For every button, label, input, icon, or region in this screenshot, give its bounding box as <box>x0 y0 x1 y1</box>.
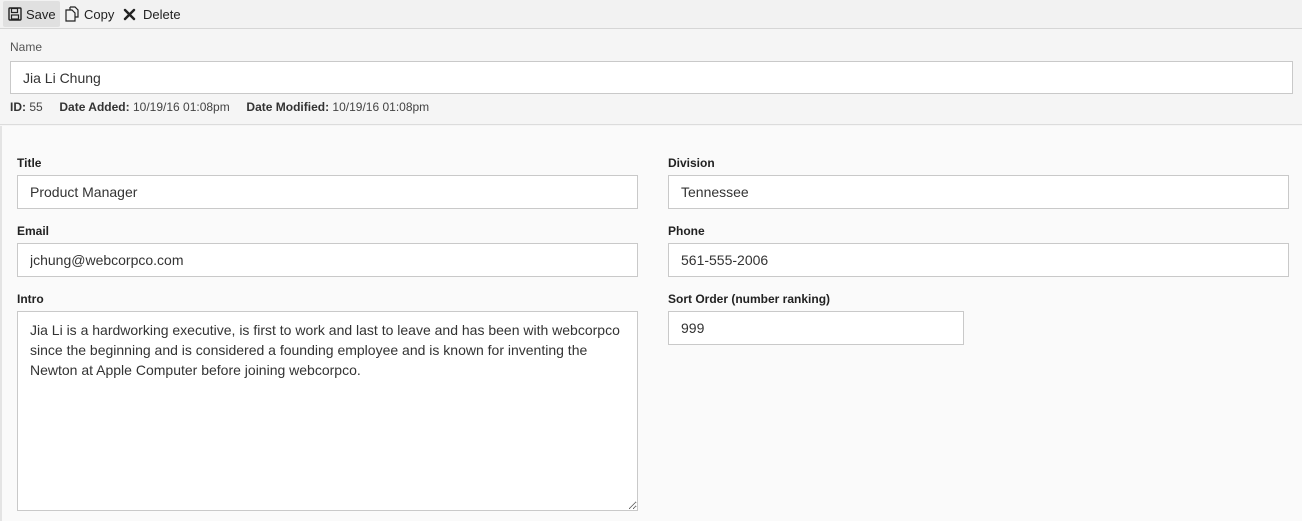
intro-label: Intro <box>17 292 44 306</box>
sort-order-input[interactable] <box>668 311 964 345</box>
form-panel: Title Division Email Phone Intro Jia Li … <box>0 126 1302 521</box>
copy-label: Copy <box>84 6 115 22</box>
record-header: Name ID: 55 Date Added: 10/19/16 01:08pm… <box>0 30 1302 125</box>
save-button[interactable]: Save <box>3 1 60 27</box>
floppy-disk-icon <box>8 7 22 21</box>
phone-label: Phone <box>668 224 705 238</box>
division-input[interactable] <box>668 175 1289 209</box>
copy-icon <box>64 6 80 22</box>
email-label: Email <box>17 224 50 238</box>
date-modified-value: 10/19/16 01:08pm <box>332 100 430 114</box>
division-label: Division <box>668 156 715 170</box>
save-label: Save <box>26 6 56 22</box>
x-icon <box>123 8 136 21</box>
date-modified-label: Date Modified: <box>246 100 330 114</box>
date-added-label: Date Added: <box>59 100 130 114</box>
name-label: Name <box>10 40 43 54</box>
id-label: ID: <box>10 100 26 114</box>
name-input[interactable] <box>10 61 1293 94</box>
sort-order-label: Sort Order (number ranking) <box>668 292 831 306</box>
toolbar: Save Copy Delete <box>0 0 1302 29</box>
delete-button[interactable]: Delete <box>123 1 183 27</box>
date-added-value: 10/19/16 01:08pm <box>132 100 230 114</box>
email-input[interactable] <box>17 243 638 277</box>
id-value: 55 <box>29 100 43 114</box>
record-meta: ID: 55 Date Added: 10/19/16 01:08pm Date… <box>10 100 429 114</box>
title-label: Title <box>17 156 42 170</box>
copy-button[interactable]: Copy <box>64 1 118 27</box>
intro-textarea[interactable]: Jia Li is a hardworking executive, is fi… <box>17 311 638 511</box>
title-input[interactable] <box>17 175 638 209</box>
delete-label: Delete <box>143 6 181 22</box>
phone-input[interactable] <box>668 243 1289 277</box>
